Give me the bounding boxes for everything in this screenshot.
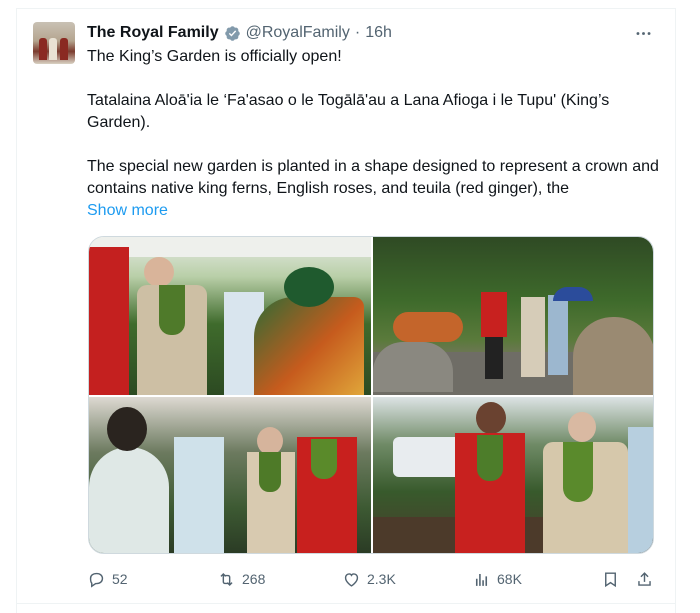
views-chart-icon [475, 573, 488, 586]
person-head [568, 412, 596, 442]
share-icon [638, 571, 651, 586]
verified-badge-icon [224, 25, 241, 42]
tweet-text-line: The King’s Garden is officially open! [87, 48, 342, 65]
avatar-figure [60, 38, 68, 60]
repost-button[interactable]: 268 [217, 568, 265, 590]
bird-costume [254, 297, 364, 395]
person-head [476, 402, 506, 434]
avatar-figure [49, 38, 57, 60]
tweet-border-left [16, 8, 17, 613]
person-shirt [174, 437, 224, 553]
tweet-actions: 52 268 2.3K 68K [87, 568, 667, 590]
separator-dot: · [354, 24, 361, 41]
bookmark-button[interactable] [601, 568, 620, 590]
person-shirt [628, 427, 653, 553]
garland [563, 442, 593, 502]
reply-icon [89, 572, 104, 588]
like-button[interactable]: 2.3K [342, 568, 396, 590]
person-head [144, 257, 174, 287]
garland [159, 285, 185, 335]
garland [259, 452, 281, 492]
photo-2[interactable] [373, 237, 653, 395]
umbrella [553, 287, 593, 301]
red-ginger-plants [393, 312, 463, 342]
tweet-text-paragraph: The special new garden is planted in a s… [87, 158, 659, 197]
photo-3[interactable] [89, 397, 371, 553]
media-grid [88, 236, 654, 554]
display-name[interactable]: The Royal Family [87, 24, 219, 42]
person-shirt [548, 295, 568, 375]
person-in-red [481, 292, 507, 337]
avatar-figure [39, 38, 47, 60]
sky [89, 237, 371, 257]
reply-button[interactable]: 52 [87, 568, 128, 590]
repost-count: 268 [242, 571, 266, 587]
heart-icon [344, 572, 359, 587]
tweet-border-bottom [16, 603, 676, 604]
timestamp[interactable]: 16h [365, 24, 392, 42]
person-in-red [89, 247, 129, 395]
person-suit [521, 297, 545, 377]
person-head [107, 407, 147, 451]
person-head [257, 427, 283, 455]
tweet-header: The Royal Family @RoyalFamily · 16h [87, 22, 392, 44]
tweet-border-top [16, 8, 676, 9]
reply-count: 52 [112, 571, 128, 587]
share-button[interactable] [635, 568, 654, 590]
avatar[interactable] [33, 22, 75, 64]
like-count: 2.3K [367, 571, 396, 587]
person-skirt [485, 337, 503, 379]
photo-4[interactable] [373, 397, 653, 553]
garland [311, 439, 337, 479]
photo-1[interactable] [89, 237, 371, 395]
tweet-border-right [675, 8, 676, 613]
tweet-text: The King’s Garden is officially open! Ta… [87, 46, 667, 200]
handle[interactable]: @RoyalFamily [246, 24, 350, 42]
costume-head [284, 267, 334, 307]
tweet-text-paragraph: Tatalaina Aloā'ia le ‘Fa'asao o le Togāl… [87, 92, 610, 131]
rocks [373, 342, 453, 392]
views-button[interactable]: 68K [472, 568, 522, 590]
more-options-icon[interactable] [632, 22, 654, 44]
boulder [573, 317, 653, 395]
views-count: 68K [497, 571, 522, 587]
garland [477, 435, 503, 481]
show-more-link[interactable]: Show more [87, 200, 168, 222]
repost-icon [220, 572, 233, 586]
bookmark-icon [605, 571, 616, 587]
person-patterned-dress [89, 447, 169, 553]
